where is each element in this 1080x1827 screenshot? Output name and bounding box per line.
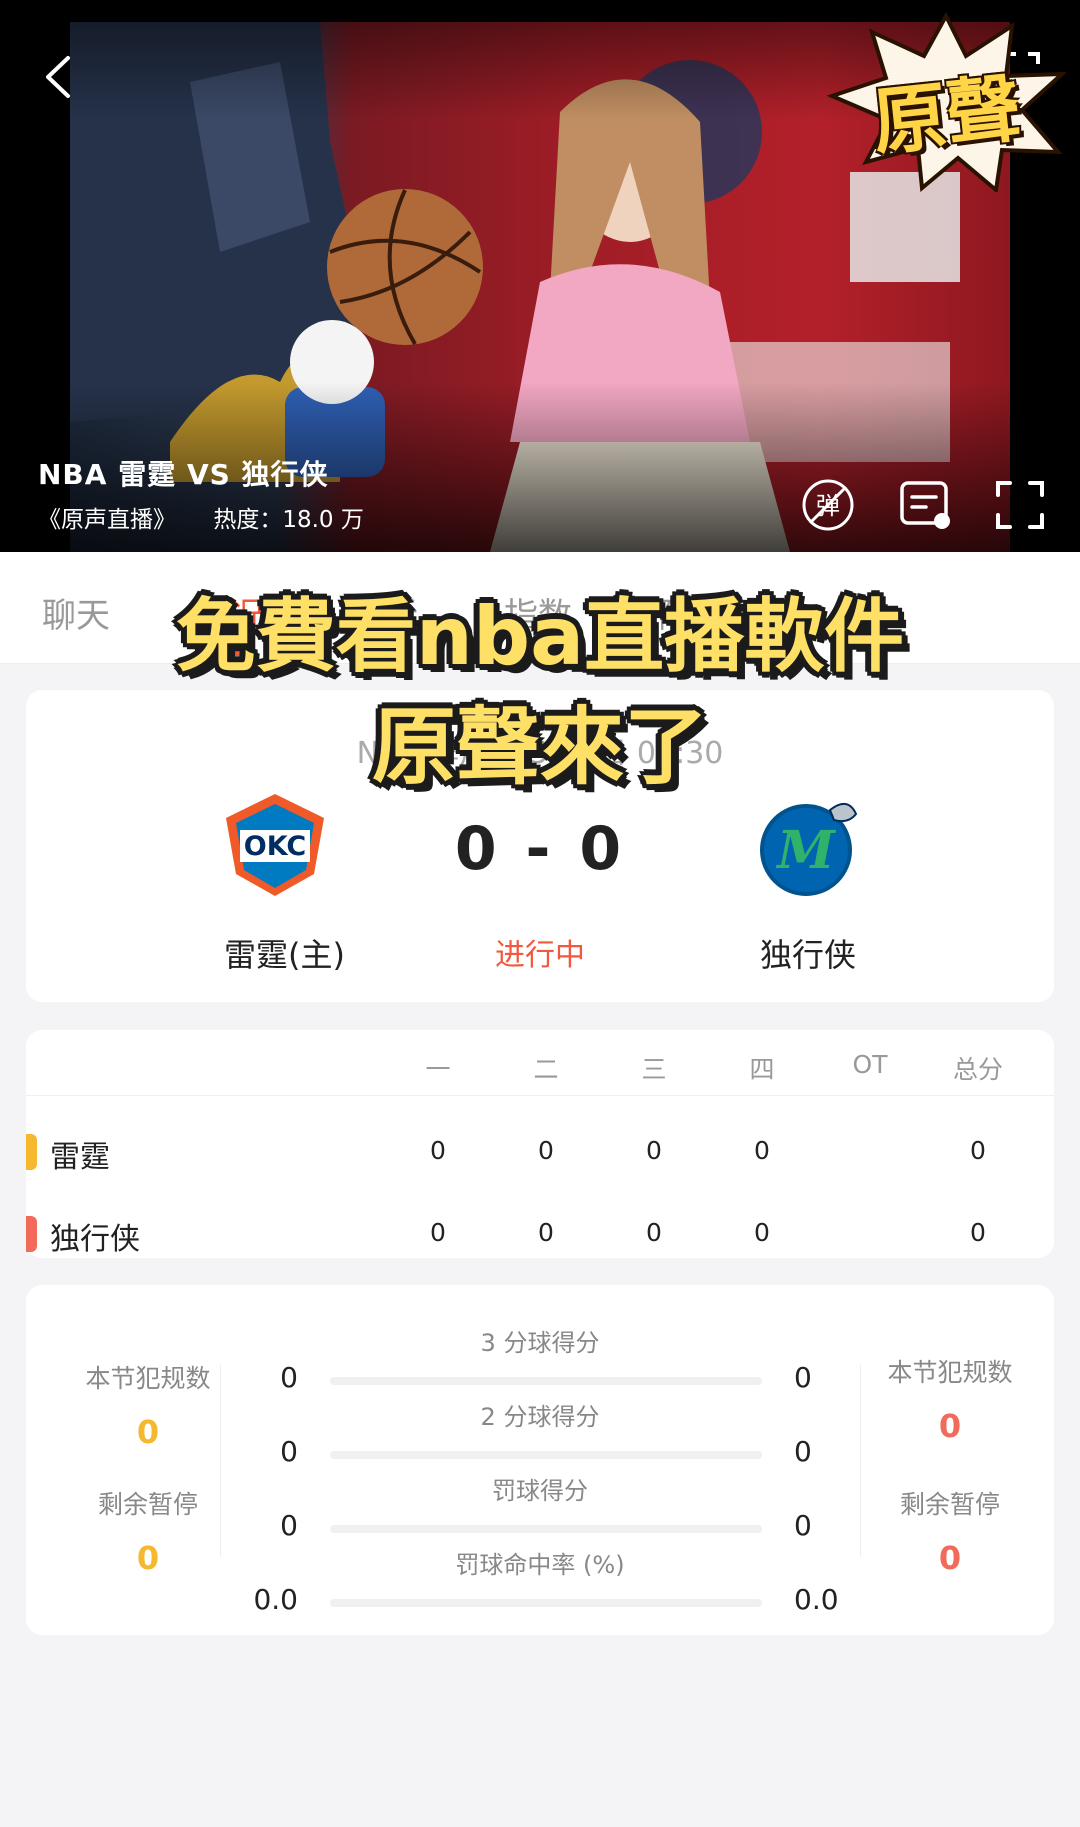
video-subtitle: 《原声直播》 热度：18.0 万 — [38, 500, 394, 534]
score-cell: 0 — [754, 1136, 770, 1165]
stat-row: 2 分球得分 0 0 — [232, 1397, 848, 1471]
home-timeouts-value: 0 — [136, 1539, 160, 1577]
quarter-score-table: 一 二 三 四 OT 总分 雷霆 0 0 0 0 0 独行侠 0 0 0 0 0 — [26, 1030, 1054, 1258]
home-timeouts: 剩余暂停 0 — [58, 1485, 238, 1577]
header-q4: 四 — [749, 1055, 775, 1084]
header-q2: 二 — [533, 1055, 559, 1084]
header-q1: 一 — [425, 1055, 451, 1084]
program-name: 《原声直播》 — [38, 507, 176, 533]
stat-label: 罚球得分 — [492, 1477, 588, 1505]
danmaku-settings-icon[interactable] — [898, 477, 954, 533]
away-fouls-value: 0 — [938, 1407, 962, 1445]
match-status: 进行中 — [495, 938, 585, 973]
stat-away-value: 0 — [794, 1361, 812, 1394]
home-fouls-value: 0 — [136, 1413, 160, 1451]
score-cell: 0 — [538, 1218, 554, 1247]
team-color-bar — [26, 1216, 37, 1252]
stat-label: 3 分球得分 — [480, 1329, 600, 1357]
away-timeouts: 剩余暂停 0 — [860, 1485, 1040, 1577]
tab-live-status[interactable]: 赛况 — [196, 588, 264, 637]
stat-away-value: 0 — [794, 1435, 812, 1468]
score-cell: 0 — [754, 1218, 770, 1247]
match-card: NBA 季后赛 5月8日 09:30 OKC 0 - 0 M 雷霆(主) 进行中… — [26, 690, 1054, 1002]
team-stats-card: 本节犯规数 0 剩余暂停 0 3 分球得分 0 0 2 分球得分 0 0 罚球得… — [26, 1285, 1054, 1635]
svg-text:M: M — [775, 820, 836, 881]
score-cell: 0 — [538, 1136, 554, 1165]
score-cell: 0 — [430, 1136, 446, 1165]
tab-lineup[interactable]: 阵容 — [658, 588, 726, 637]
back-arrow-icon[interactable] — [38, 52, 78, 102]
stat-home-value: 0 — [280, 1509, 298, 1542]
video-title: NBA 雷霆 VS 独行侠 — [38, 458, 329, 491]
video-player[interactable]: 原聲 NBA 雷霆 VS 独行侠 《原声直播》 热度：18.0 万 弹 — [0, 0, 1080, 552]
stat-home-value: 0 — [280, 1435, 298, 1468]
header-total: 总分 — [952, 1055, 1003, 1084]
match-info: NBA 季后赛 5月8日 09:30 — [356, 736, 724, 771]
score-cell: 0 — [970, 1136, 986, 1165]
score-cell: 0 — [970, 1218, 986, 1247]
tab-active-indicator — [198, 650, 258, 656]
fullscreen-icon[interactable] — [992, 477, 1048, 533]
row-team-name: 雷霆 — [50, 1140, 110, 1175]
tab-odds[interactable]: 指数 — [504, 588, 572, 637]
stat-row: 罚球得分 0 0 — [232, 1471, 848, 1545]
stat-away-value: 0.0 — [794, 1583, 839, 1616]
away-fouls: 本节犯规数 0 — [860, 1353, 1040, 1445]
stat-label: 罚球命中率 (%) — [455, 1551, 625, 1579]
mavericks-logo-icon: M — [760, 803, 858, 896]
tab-analysis[interactable]: 分析 — [350, 588, 418, 637]
home-fouls-label: 本节犯规数 — [85, 1364, 211, 1393]
stat-bar-track — [330, 1451, 762, 1459]
away-timeouts-value: 0 — [938, 1539, 962, 1577]
score-cell: 0 — [646, 1136, 662, 1165]
score-cell: 0 — [646, 1218, 662, 1247]
home-fouls: 本节犯规数 0 — [58, 1359, 238, 1451]
away-timeouts-label: 剩余暂停 — [899, 1490, 1000, 1519]
heat-count: 热度：18.0 万 — [213, 507, 364, 533]
header-ot: OT — [852, 1050, 888, 1079]
table-row: 独行侠 0 0 0 0 0 — [26, 1194, 1054, 1274]
audio-badge: 原聲 — [826, 12, 1066, 192]
stat-bar-track — [330, 1377, 762, 1385]
home-timeouts-label: 剩余暂停 — [97, 1490, 198, 1519]
danmaku-toggle-icon[interactable]: 弹 — [800, 477, 856, 533]
row-team-name: 独行侠 — [50, 1222, 140, 1257]
team-color-bar — [26, 1134, 37, 1170]
stat-row: 3 分球得分 0 0 — [232, 1323, 848, 1397]
score-cell: 0 — [430, 1218, 446, 1247]
table-row: 雷霆 0 0 0 0 0 — [26, 1112, 1054, 1192]
stat-label: 2 分球得分 — [480, 1403, 600, 1431]
away-team-name: 独行侠 — [760, 936, 857, 974]
tab-bar: 聊天 赛况 分析 指数 阵容 — [0, 552, 1080, 664]
stat-home-value: 0.0 — [253, 1583, 298, 1616]
stat-bar-track — [330, 1525, 762, 1533]
table-header: 一 二 三 四 OT 总分 — [26, 1030, 1054, 1096]
header-q3: 三 — [641, 1055, 667, 1084]
stat-bar-track — [330, 1599, 762, 1607]
tab-chat[interactable]: 聊天 — [42, 588, 110, 637]
stat-home-value: 0 — [280, 1361, 298, 1394]
stat-away-value: 0 — [794, 1509, 812, 1542]
away-fouls-label: 本节犯规数 — [887, 1358, 1013, 1387]
score: 0 - 0 — [454, 814, 626, 884]
stat-row: 罚球命中率 (%) 0.0 0.0 — [232, 1545, 848, 1619]
divider — [220, 1365, 221, 1557]
